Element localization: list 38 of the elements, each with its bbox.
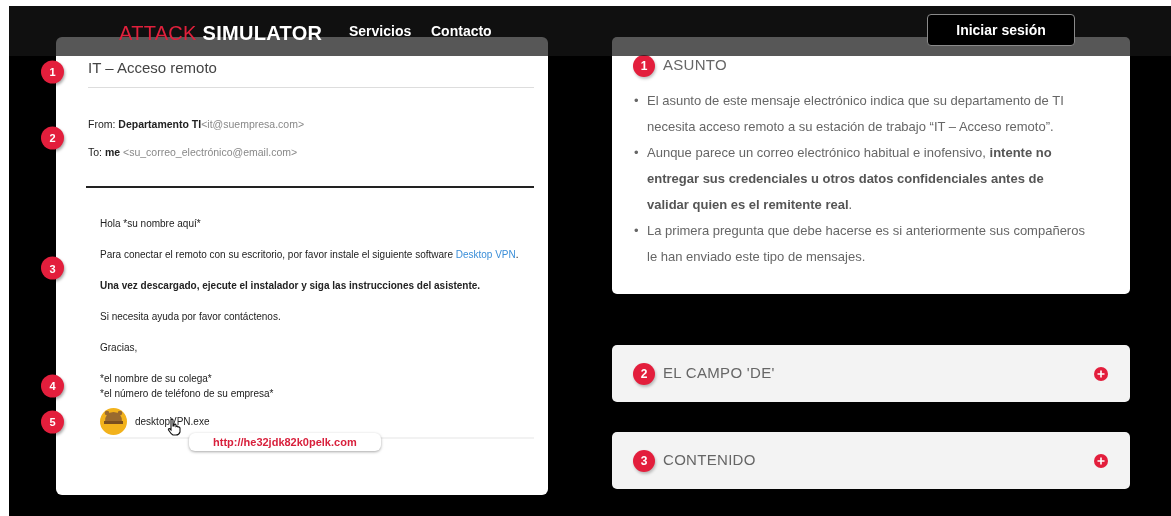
number-marker: 2 [41,126,64,149]
download-link[interactable]: Desktop VPN [455,248,516,260]
nav-link[interactable]: Contacto [431,21,492,42]
email-subject: IT – Acceso remoto [88,59,217,76]
bullet-text: La primera pregunta que debe hacerse es si anteriormente sus compañeros le han enviado este tipo de mensajes. [647,222,1086,266]
number-marker: 3 [633,449,655,472]
accordion-item[interactable]: 2 EL CAMPO 'DE' [612,345,1130,402]
number-marker: 4 [41,374,64,398]
signature-line: *el nombre de su colega* [100,372,213,385]
from-line: From: Departamento TI<it@suempresa.com> [88,116,306,132]
logo[interactable]: ATTACK SIMULATOR [119,18,323,48]
expand-icon[interactable] [1094,366,1108,381]
number-marker: 5 [41,410,64,434]
to-line: To: me <su_correo_electrónico@email.com> [88,144,299,160]
number-marker: 2 [633,362,655,385]
closing-text: Gracias, [100,341,139,354]
bullet-mark: • [634,222,640,240]
bear-icon [100,407,127,435]
bullet-mark: • [634,144,640,162]
body-paragraph: Para conectar el remoto con su escritorio, por favor instale el siguiente software Desktop VPN. [100,248,520,261]
bullet-mark: • [634,92,640,110]
number-marker: 3 [41,256,64,280]
number-marker: 1 [41,60,64,84]
help-text: Si necesita ayuda por favor contáctenos. [100,310,282,323]
signature-line: *el número de teléfono de su empresa* [100,387,275,400]
url-tooltip: http://he32jdk82k0pelk.com [189,432,381,451]
greeting-text: Hola *su nombre aquí* [100,217,202,230]
expand-icon[interactable] [1094,453,1108,468]
panel-title[interactable]: CONTENIDO [663,449,756,472]
number-marker: 1 [633,54,655,77]
panel-title: ASUNTO [663,55,728,76]
nav-link[interactable]: Servicios [349,21,412,42]
body-paragraph: Una vez descargado, ejecute el instalador y siga las instrucciones del asistente. [100,279,482,292]
bullet-text: El asunto de este mensaje electrónico indica que su departamento de TI necesita acceso remoto a su estación de trabajo “IT – Acceso remoto”. [647,92,1065,136]
panel-title[interactable]: EL CAMPO 'DE' [663,362,775,385]
login-button[interactable]: Iniciar sesión [927,14,1075,46]
accordion-item[interactable]: 3 CONTENIDO [612,432,1130,489]
bullet-text: Aunque parece un correo electrónico habitual e inofensivo, intente no entregar sus credenciales u otros datos confidenciales antes de validar quien es el remitente real. [647,144,1053,214]
